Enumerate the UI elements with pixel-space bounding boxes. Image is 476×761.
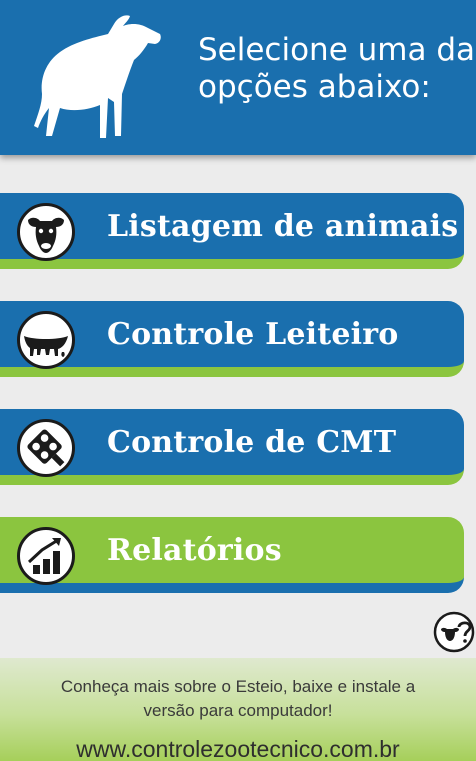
footer-line-2: versão para computador! [143,701,333,720]
udder-icon [17,311,75,369]
relatorios-button[interactable]: Relatórios [0,517,464,593]
listagem-animais-label: Listagem de animais [107,209,459,244]
cow-silhouette-icon [34,15,161,138]
footer-message: Conheça mais sobre o Esteio, baixe e ins… [0,675,476,723]
footer-line-1: Conheça mais sobre o Esteio, baixe e ins… [60,677,416,696]
controle-leiteiro-button[interactable]: Controle Leiteiro [0,301,464,377]
relatorios-label: Relatórios [107,533,282,568]
controle-cmt-label: Controle de CMT [107,425,397,460]
footer-banner: Conheça mais sobre o Esteio, baixe e ins… [0,658,476,761]
listagem-animais-button[interactable]: Listagem de animais [0,193,464,269]
help-cow-icon[interactable] [432,610,476,654]
controle-cmt-button[interactable]: Controle de CMT [0,409,464,485]
cmt-paddle-icon [17,419,75,477]
header-prompt: Selecione uma das opções abaixo: [198,32,476,106]
app-header: Selecione uma das opções abaixo: [0,0,476,155]
website-link[interactable]: www.controlezootecnico.com.br [0,736,476,761]
controle-leiteiro-label: Controle Leiteiro [107,317,399,352]
cow-head-icon [17,203,75,261]
bar-chart-trend-icon [17,527,75,585]
header-line-1: Selecione uma das [198,32,476,68]
header-line-2: opções abaixo: [198,69,431,105]
